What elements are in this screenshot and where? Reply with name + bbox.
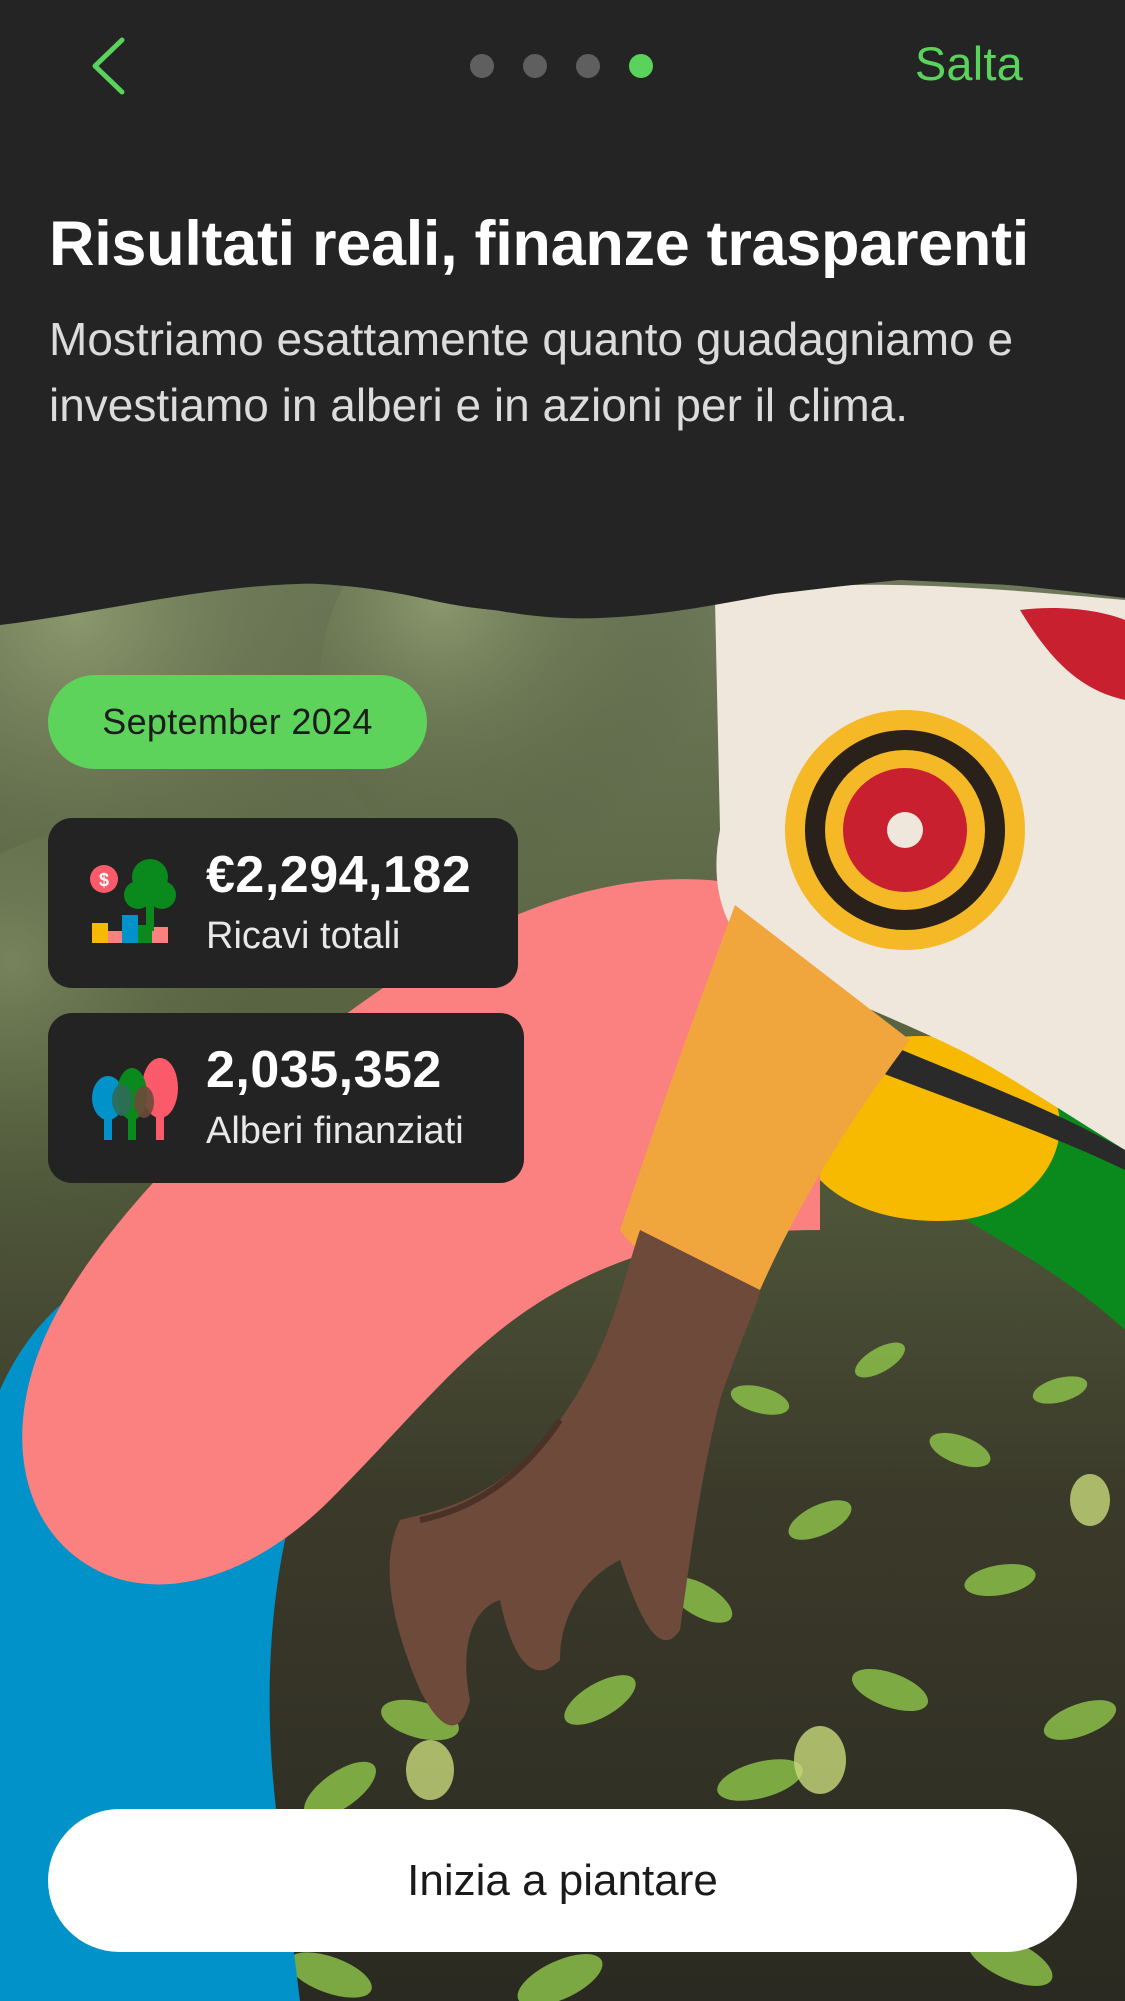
chevron-left-icon [92, 37, 125, 95]
skip-button[interactable]: Salta [915, 36, 1023, 91]
hero-photo-illustration [0, 0, 1125, 2001]
period-badge: September 2024 [48, 675, 427, 769]
top-navigation: Salta [0, 0, 1125, 140]
page-dot-1[interactable] [470, 54, 494, 78]
page-dot-4-active[interactable] [629, 54, 653, 78]
svg-text:$: $ [99, 870, 109, 890]
trees-stat-card: 2,035,352 Alberi finanziati [48, 1013, 524, 1183]
page-subtitle: Mostriamo esattamente quanto guadagniamo… [49, 313, 1014, 431]
revenue-stat-card: $ €2,294,182 Ricavi totali [48, 818, 518, 988]
page-dot-2[interactable] [523, 54, 547, 78]
trees-icon [92, 1058, 178, 1140]
revenue-chart-icon: $ [90, 859, 176, 943]
trees-value: 2,035,352 [206, 1041, 442, 1099]
page-dot-3[interactable] [576, 54, 600, 78]
back-button[interactable] [78, 30, 138, 102]
page-title: Risultati reali, finanze trasparenti [49, 209, 1029, 279]
start-planting-button[interactable]: Inizia a piantare [48, 1809, 1077, 1952]
page-indicator [470, 54, 653, 78]
revenue-label: Ricavi totali [206, 915, 401, 957]
trees-label: Alberi finanziati [206, 1110, 464, 1152]
revenue-value: €2,294,182 [206, 846, 472, 904]
